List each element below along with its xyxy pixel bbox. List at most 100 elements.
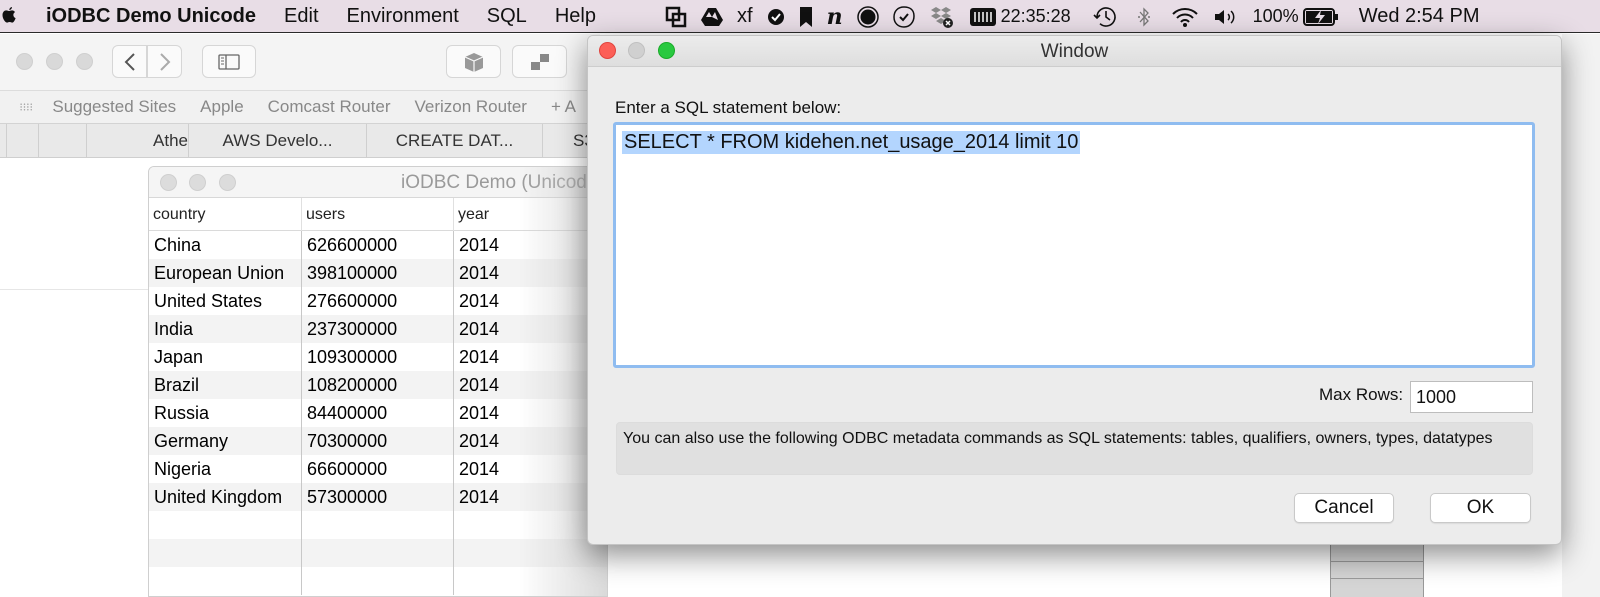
google-drive-icon[interactable]	[701, 5, 723, 29]
tab-bar: Athe AWS Develo... CREATE DAT... S3	[0, 124, 600, 158]
battery-charging-icon[interactable]	[1302, 5, 1339, 29]
extension-button-2[interactable]	[512, 45, 567, 78]
meter-icon[interactable]	[969, 5, 997, 29]
results-minimize-button[interactable]	[189, 174, 206, 191]
sql-text: SELECT * FROM kidehen.net_usage_2014 lim…	[622, 131, 1081, 154]
cell-users	[302, 511, 454, 539]
column-header-country[interactable]: country	[149, 198, 302, 231]
browser-toolbar	[0, 34, 600, 90]
browser-minimize-button[interactable]	[46, 53, 63, 70]
record-icon[interactable]	[856, 5, 879, 29]
clock[interactable]: Wed 2:54 PM	[1359, 5, 1480, 28]
sql-input[interactable]: SELECT * FROM kidehen.net_usage_2014 lim…	[613, 122, 1535, 368]
n-app-icon[interactable]: n	[827, 4, 843, 30]
sidebar-toggle-button[interactable]	[202, 45, 256, 78]
grid-header: country users year	[149, 198, 607, 231]
bookmarks-bar: Suggested Sites Apple Comcast Router Ver…	[0, 90, 600, 124]
menu-environment[interactable]: Environment	[347, 5, 459, 28]
cell-users: 398100000	[302, 259, 454, 287]
check-circle-icon[interactable]	[767, 5, 785, 29]
dropbox-icon[interactable]	[929, 5, 955, 29]
cancel-button[interactable]: Cancel	[1294, 493, 1394, 523]
cell-year: 2014	[459, 458, 500, 479]
tab-create-database[interactable]: CREATE DAT...	[366, 124, 542, 158]
time-machine-icon[interactable]	[1093, 5, 1117, 29]
column-header-users[interactable]: users	[302, 198, 454, 231]
empty-row[interactable]	[149, 511, 607, 539]
bluetooth-icon[interactable]	[1137, 5, 1151, 29]
cell-users: 237300000	[302, 315, 454, 343]
menu-sql[interactable]: SQL	[487, 5, 527, 28]
results-window-title: iODBC Demo (Unicode)	[401, 172, 604, 193]
tab-pinned-2[interactable]	[38, 124, 86, 158]
table-row[interactable]: European Union 398100000 2014	[149, 259, 607, 287]
sql-prompt-label: Enter a SQL statement below:	[615, 98, 842, 117]
max-rows-input[interactable]: 1000	[1410, 381, 1533, 413]
xf-icon[interactable]: xf	[737, 5, 753, 29]
empty-row[interactable]	[149, 539, 607, 567]
cell-year: 2014	[459, 318, 500, 339]
table-row[interactable]: Nigeria 66600000 2014	[149, 455, 607, 483]
window-switcher-icon[interactable]	[665, 5, 687, 29]
browser-close-button[interactable]	[16, 53, 33, 70]
app-menu[interactable]: iODBC Demo Unicode	[46, 5, 256, 28]
cell-country: Japan	[149, 343, 302, 371]
menu-edit[interactable]: Edit	[284, 5, 318, 28]
grid-dots-icon[interactable]	[20, 100, 32, 114]
forward-button[interactable]	[147, 45, 182, 78]
bookmark-add[interactable]: + A	[551, 97, 576, 117]
cell-country: China	[149, 231, 302, 259]
empty-row[interactable]	[149, 567, 607, 595]
sidebar-icon	[218, 53, 240, 70]
meter-time: 22:35:28	[1000, 6, 1071, 26]
results-close-button[interactable]	[160, 174, 177, 191]
table-row[interactable]: United Kingdom 57300000 2014	[149, 483, 607, 511]
browser-zoom-button[interactable]	[76, 53, 93, 70]
todo-check-icon[interactable]	[892, 5, 915, 29]
table-row[interactable]: Brazil 108200000 2014	[149, 371, 607, 399]
cell-country: European Union	[149, 259, 302, 287]
bookmark-apple[interactable]: Apple	[200, 97, 243, 117]
battery-percent: 100%	[1252, 6, 1299, 26]
bookmark-verizon-router[interactable]: Verizon Router	[414, 97, 526, 117]
table-row[interactable]: Germany 70300000 2014	[149, 427, 607, 455]
cell-users: 276600000	[302, 287, 454, 315]
sql-dialog: Window Enter a SQL statement below: SELE…	[587, 35, 1562, 545]
column-header-year[interactable]: year	[454, 198, 607, 231]
cell-users: 84400000	[302, 399, 454, 427]
menu-help[interactable]: Help	[555, 5, 596, 28]
table-row[interactable]: China 626600000 2014	[149, 231, 607, 259]
cell-year: 2014	[459, 486, 500, 507]
cell-country: Germany	[149, 427, 302, 455]
volume-icon[interactable]	[1213, 5, 1239, 29]
cell-year: 2014	[459, 374, 500, 395]
cell-users: 70300000	[302, 427, 454, 455]
wifi-icon[interactable]	[1171, 5, 1199, 29]
back-button[interactable]	[112, 45, 147, 78]
dialog-title: Window	[1040, 41, 1109, 62]
bookmark-comcast-router[interactable]: Comcast Router	[268, 97, 391, 117]
bookmark-icon[interactable]	[799, 5, 813, 29]
table-row[interactable]: Japan 109300000 2014	[149, 343, 607, 371]
table-row[interactable]: India 237300000 2014	[149, 315, 607, 343]
cell-users: 109300000	[302, 343, 454, 371]
apple-logo-icon[interactable]	[2, 6, 16, 26]
tab-athena[interactable]: Athe	[86, 124, 188, 158]
results-zoom-button[interactable]	[219, 174, 236, 191]
table-row[interactable]: Russia 84400000 2014	[149, 399, 607, 427]
tab-pinned-1[interactable]	[6, 124, 38, 158]
cell-year: 2014	[459, 234, 500, 255]
divider	[0, 289, 150, 290]
results-titlebar[interactable]: iODBC Demo (Unicode)	[149, 167, 607, 198]
dialog-titlebar[interactable]: Window	[588, 36, 1561, 67]
tab-aws-developer[interactable]: AWS Develo...	[188, 124, 366, 158]
results-window: iODBC Demo (Unicode) country users year …	[148, 166, 608, 597]
package-icon	[464, 52, 483, 72]
table-row[interactable]: United States 276600000 2014	[149, 287, 607, 315]
bookmark-suggested-sites[interactable]: Suggested Sites	[52, 97, 176, 117]
background-grid	[1330, 545, 1424, 597]
ok-button[interactable]: OK	[1430, 493, 1531, 523]
cell-country	[149, 511, 302, 539]
chevron-left-icon	[124, 52, 135, 71]
extension-button[interactable]	[446, 45, 501, 78]
